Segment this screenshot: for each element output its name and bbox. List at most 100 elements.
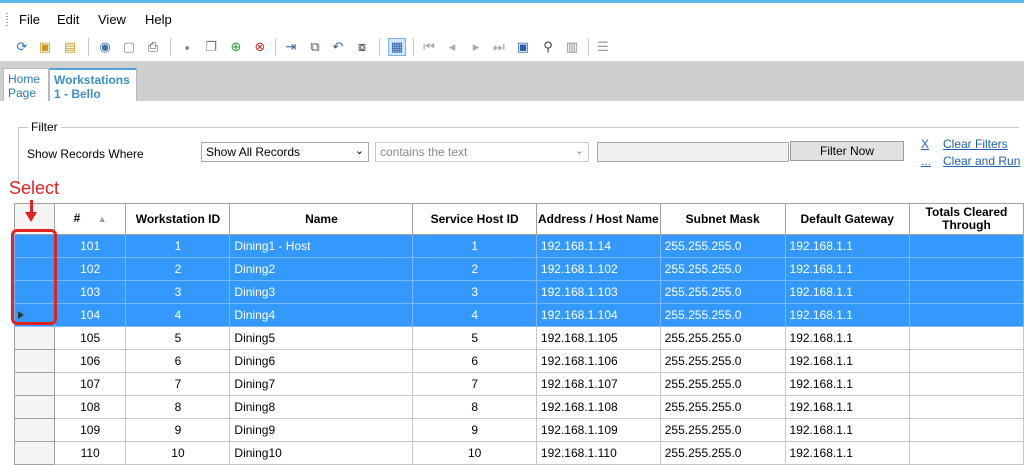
duplicate-icon[interactable]: ⧉ — [306, 38, 324, 56]
column-header-totals-cleared[interactable]: Totals Cleared Through — [908, 203, 1024, 235]
column-header-number[interactable]: # ▲ — [53, 203, 127, 235]
cell-totals-cleared[interactable] — [908, 395, 1024, 419]
filter-operator-select[interactable]: contains the text ⌄ — [375, 142, 589, 162]
find-icon[interactable]: ⚲ — [539, 38, 557, 56]
cell-default-gateway[interactable]: 192.168.1.1 — [784, 326, 910, 350]
menu-edit[interactable]: Edit — [57, 12, 79, 27]
copy-save-icon[interactable]: ❐ — [202, 38, 220, 56]
cell-service-host-id[interactable]: 8 — [412, 395, 537, 419]
cell-service-host-id[interactable]: 5 — [412, 326, 537, 350]
cell-totals-cleared[interactable] — [908, 372, 1024, 396]
column-header-default-gateway[interactable]: Default Gateway — [784, 203, 910, 235]
cell-address[interactable]: 192.168.1.103 — [535, 280, 661, 304]
cell-number[interactable]: 101 — [53, 234, 127, 258]
filter-now-button[interactable]: Filter Now — [790, 141, 904, 161]
cell-address[interactable]: 192.168.1.110 — [535, 441, 661, 465]
cell-subnet-mask[interactable]: 255.255.255.0 — [659, 418, 786, 442]
cell-number[interactable]: 107 — [53, 372, 127, 396]
cell-service-host-id[interactable]: 4 — [412, 303, 537, 327]
cell-name[interactable]: Dining7 — [229, 372, 414, 396]
cell-service-host-id[interactable]: 2 — [412, 257, 537, 281]
cell-subnet-mask[interactable]: 255.255.255.0 — [659, 395, 786, 419]
cell-subnet-mask[interactable]: 255.255.255.0 — [659, 257, 786, 281]
paste-icon[interactable]: ⧇ — [353, 38, 371, 56]
cell-service-host-id[interactable]: 1 — [412, 234, 537, 258]
cell-totals-cleared[interactable] — [908, 234, 1024, 258]
column-header-workstation-id[interactable]: Workstation ID — [125, 203, 231, 235]
cell-name[interactable]: Dining5 — [229, 326, 414, 350]
print-icon[interactable]: ⎙ — [144, 38, 162, 56]
cell-totals-cleared[interactable] — [908, 326, 1024, 350]
cell-number[interactable]: 106 — [53, 349, 127, 373]
cell-name[interactable]: Dining8 — [229, 395, 414, 419]
cell-subnet-mask[interactable]: 255.255.255.0 — [659, 326, 786, 350]
cell-default-gateway[interactable]: 192.168.1.1 — [784, 418, 910, 442]
table-row[interactable]: 103 3 Dining3 3 192.168.1.103 255.255.255.0 19… — [14, 280, 1024, 304]
folder-icon[interactable]: ▤ — [61, 38, 79, 56]
record-icon[interactable]: ◉ — [96, 38, 114, 56]
cell-service-host-id[interactable]: 3 — [412, 280, 537, 304]
form-icon[interactable]: ▥ — [563, 38, 581, 56]
table-row[interactable]: 108 8 Dining8 8 192.168.1.108 255.255.255.0 19… — [14, 395, 1024, 419]
table-icon[interactable]: ☰ — [594, 38, 612, 56]
cell-totals-cleared[interactable] — [908, 303, 1024, 327]
filter-value-input[interactable] — [597, 142, 789, 162]
table-row[interactable]: 101 1 Dining1 - Host 1 192.168.1.14 255.255.2… — [14, 234, 1024, 258]
cell-number[interactable]: 105 — [53, 326, 127, 350]
row-selector[interactable] — [14, 418, 55, 442]
cell-name[interactable]: Dining4 — [229, 303, 414, 327]
cell-workstation-id[interactable]: 6 — [125, 349, 231, 373]
cell-default-gateway[interactable]: 192.168.1.1 — [784, 349, 910, 373]
cell-number[interactable]: 102 — [53, 257, 127, 281]
cell-totals-cleared[interactable] — [908, 418, 1024, 442]
cell-workstation-id[interactable]: 1 — [125, 234, 231, 258]
cell-name[interactable]: Dining6 — [229, 349, 414, 373]
table-row[interactable]: 104 4 Dining4 4 192.168.1.104 255.255.255.0 19… — [14, 303, 1024, 327]
table-row[interactable]: 105 5 Dining5 5 192.168.1.105 255.255.255.0 19… — [14, 326, 1024, 350]
cell-number[interactable]: 108 — [53, 395, 127, 419]
cell-service-host-id[interactable]: 9 — [412, 418, 537, 442]
cell-subnet-mask[interactable]: 255.255.255.0 — [659, 234, 786, 258]
tab-home-page[interactable]: Home Page — [3, 68, 49, 101]
row-selector[interactable] — [14, 349, 55, 373]
cell-number[interactable]: 109 — [53, 418, 127, 442]
cell-address[interactable]: 192.168.1.102 — [535, 257, 661, 281]
import-icon[interactable]: ⇥ — [282, 38, 300, 56]
column-header-address[interactable]: Address / Host Name — [535, 203, 661, 235]
cell-number[interactable]: 103 — [53, 280, 127, 304]
menu-view[interactable]: View — [98, 12, 126, 27]
cell-subnet-mask[interactable]: 255.255.255.0 — [659, 372, 786, 396]
cell-totals-cleared[interactable] — [908, 441, 1024, 465]
menu-file[interactable]: File — [19, 12, 40, 27]
cell-number[interactable]: 104 — [53, 303, 127, 327]
cell-service-host-id[interactable]: 10 — [412, 441, 537, 465]
cell-workstation-id[interactable]: 7 — [125, 372, 231, 396]
clear-filters-link[interactable]: Clear Filters — [943, 137, 1008, 151]
cell-workstation-id[interactable]: 9 — [125, 418, 231, 442]
cell-workstation-id[interactable]: 2 — [125, 257, 231, 281]
cell-totals-cleared[interactable] — [908, 280, 1024, 304]
column-header-service-host-id[interactable]: Service Host ID — [412, 203, 537, 235]
grid-view-icon[interactable]: ▦ — [388, 38, 406, 56]
cell-totals-cleared[interactable] — [908, 349, 1024, 373]
filter-field-select[interactable]: Show All Records ⌄ — [201, 142, 369, 162]
table-row[interactable]: 109 9 Dining9 9 192.168.1.109 255.255.255.0 19… — [14, 418, 1024, 442]
clear-and-run-link[interactable]: Clear and Run — [943, 154, 1020, 168]
cell-service-host-id[interactable]: 6 — [412, 349, 537, 373]
go-to-record-icon[interactable]: ▣ — [514, 38, 532, 56]
cell-default-gateway[interactable]: 192.168.1.1 — [784, 441, 910, 465]
delete-icon[interactable]: ⊗ — [251, 38, 269, 56]
cell-subnet-mask[interactable]: 255.255.255.0 — [659, 303, 786, 327]
open-folder-icon[interactable]: ▣ — [36, 38, 54, 56]
undo-icon[interactable]: ↶ — [329, 38, 347, 56]
first-record-icon[interactable]: ⏮ — [420, 38, 438, 56]
cell-name[interactable]: Dining3 — [229, 280, 414, 304]
column-header-name[interactable]: Name — [229, 203, 414, 235]
cell-name[interactable]: Dining10 — [229, 441, 414, 465]
cell-address[interactable]: 192.168.1.14 — [535, 234, 661, 258]
cell-subnet-mask[interactable]: 255.255.255.0 — [659, 441, 786, 465]
cell-subnet-mask[interactable]: 255.255.255.0 — [659, 280, 786, 304]
table-row[interactable]: 106 6 Dining6 6 192.168.1.106 255.255.255.0 19… — [14, 349, 1024, 373]
cell-default-gateway[interactable]: 192.168.1.1 — [784, 303, 910, 327]
cell-workstation-id[interactable]: 5 — [125, 326, 231, 350]
